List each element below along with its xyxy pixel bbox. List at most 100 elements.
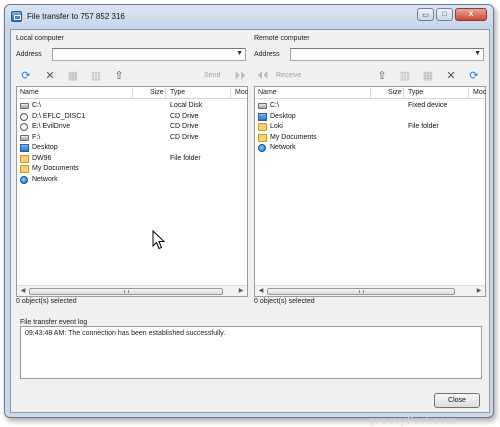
drive-icon <box>20 134 29 141</box>
scroll-right-icon[interactable]: ▶ <box>236 287 246 295</box>
desktop-icon <box>20 144 29 152</box>
local-address-label: Address <box>16 51 42 58</box>
column-size[interactable]: Size <box>147 89 164 98</box>
scroll-left-icon[interactable]: ◀ <box>18 287 28 295</box>
list-item[interactable]: Network <box>255 143 485 153</box>
file-transfer-window: File transfer to 757 852 316 ▭ □ X Local… <box>4 4 494 427</box>
receive-arrow-icon[interactable]: ⏴⏴ <box>256 69 270 83</box>
local-scroll-thumb[interactable] <box>29 288 223 295</box>
remote-address-field[interactable]: ▼ <box>290 48 484 61</box>
parent-folder-icon[interactable]: ⇧ <box>375 69 389 83</box>
column-modified[interactable]: Moc <box>232 89 248 98</box>
event-log[interactable]: 09:43:48 AM: The connection has been est… <box>20 326 482 379</box>
close-button[interactable]: Close <box>434 393 480 408</box>
remote-pane-title: Remote computer <box>254 35 310 42</box>
item-type: Local Disk <box>170 102 203 109</box>
receive-button[interactable]: Receive <box>276 72 301 79</box>
item-type: CD Drive <box>170 112 199 120</box>
item-type: CD Drive <box>170 133 199 141</box>
send-arrow-icon[interactable]: ⏵⏵ <box>233 69 247 83</box>
window-client-area: Local computer Address ▼ ⟳ ✕ ▦ ▥ ⇧ Send … <box>10 29 490 427</box>
column-modified[interactable]: Moc <box>470 89 486 98</box>
rename-icon[interactable]: ▥ <box>398 69 412 83</box>
event-log-title: File transfer event log <box>20 319 88 326</box>
local-horizontal-scrollbar[interactable]: ◀ ▶ <box>17 285 247 296</box>
column-name[interactable]: Name <box>17 89 39 98</box>
item-name: Loki <box>270 123 283 130</box>
column-type[interactable]: Type <box>167 89 185 98</box>
list-item[interactable]: Loki File folder <box>255 122 485 132</box>
item-name: D:\ EFLC_DISC1 <box>32 112 86 120</box>
list-item[interactable]: DW96 File folder <box>17 154 247 164</box>
desktop-icon <box>258 112 267 121</box>
list-item[interactable]: Desktop <box>255 112 485 122</box>
item-name: Network <box>32 175 58 183</box>
rename-icon[interactable]: ▥ <box>89 69 103 83</box>
mouse-pointer-icon <box>152 230 166 250</box>
cd-drive-icon <box>20 112 28 121</box>
column-name[interactable]: Name <box>255 89 277 98</box>
column-type[interactable]: Type <box>405 89 423 98</box>
list-item[interactable]: C:\ Local Disk <box>17 101 247 111</box>
folder-icon <box>258 123 267 131</box>
list-item[interactable]: Desktop <box>17 143 247 153</box>
scroll-left-icon[interactable]: ◀ <box>256 287 266 295</box>
local-selection-status: 0 object(s) selected <box>16 298 77 305</box>
remote-horizontal-scrollbar[interactable]: ◀ ▶ <box>255 285 485 296</box>
item-name: Desktop <box>32 144 58 151</box>
local-address-field[interactable]: ▼ <box>52 48 246 61</box>
scroll-right-icon[interactable]: ▶ <box>474 287 484 295</box>
documents-icon <box>258 133 267 142</box>
remote-list-header: Name Size Type Moc <box>255 87 486 99</box>
remote-address-label: Address <box>254 51 280 58</box>
chevron-down-icon[interactable]: ▼ <box>236 50 243 57</box>
chevron-down-icon[interactable]: ▼ <box>474 50 481 57</box>
remote-file-list[interactable]: Name Size Type Moc C:\ Fixed device Deskto… <box>254 86 486 297</box>
drive-icon <box>20 103 29 109</box>
list-item[interactable]: My Documents <box>255 133 485 143</box>
item-name: E:\ EvilDrive <box>32 123 71 130</box>
local-list-header: Name Size Type Moc <box>17 87 248 99</box>
item-name: DW96 <box>32 154 52 162</box>
minimize-button[interactable]: ▭ <box>417 8 434 21</box>
local-pane-title: Local computer <box>16 35 64 42</box>
new-folder-icon[interactable]: ▦ <box>421 69 435 83</box>
list-item[interactable]: My Documents <box>17 164 247 174</box>
refresh-icon[interactable]: ⟳ <box>467 69 481 83</box>
folder-icon <box>20 154 29 163</box>
close-window-button[interactable]: X <box>455 8 487 21</box>
window-controls: ▭ □ X <box>417 8 487 21</box>
watermark: groovyPost.com <box>369 416 457 427</box>
item-name: F:\ <box>32 133 41 141</box>
list-item[interactable]: Network <box>17 175 247 185</box>
title-bar[interactable]: File transfer to 757 852 316 ▭ □ X <box>5 5 493 29</box>
refresh-icon[interactable]: ⟳ <box>19 69 33 83</box>
item-type: File folder <box>408 123 439 130</box>
remote-selection-status: 0 object(s) selected <box>254 298 315 305</box>
list-item[interactable]: C:\ Fixed device <box>255 101 485 111</box>
teamviewer-app-icon <box>11 11 22 22</box>
list-item[interactable]: E:\ EvilDrive CD Drive <box>17 122 247 132</box>
network-icon <box>20 175 28 184</box>
column-size[interactable]: Size <box>385 89 402 98</box>
parent-folder-icon[interactable]: ⇧ <box>112 69 126 83</box>
log-entry: 09:43:48 AM: The connection has been est… <box>25 330 226 337</box>
item-type: File folder <box>170 154 201 162</box>
list-item[interactable]: F:\ CD Drive <box>17 133 247 143</box>
documents-icon <box>20 165 29 173</box>
item-type: Fixed device <box>408 102 448 109</box>
remote-scroll-thumb[interactable] <box>267 288 455 295</box>
list-item[interactable]: D:\ EFLC_DISC1 CD Drive <box>17 112 247 122</box>
new-folder-icon[interactable]: ▦ <box>66 69 80 83</box>
maximize-button[interactable]: □ <box>436 8 453 21</box>
delete-icon[interactable]: ✕ <box>43 69 57 83</box>
item-name: Network <box>270 144 296 151</box>
local-file-list[interactable]: Name Size Type Moc C:\ Local Disk D:\ EFLC… <box>16 86 248 297</box>
send-button[interactable]: Send <box>204 72 220 79</box>
item-name: My Documents <box>32 165 79 172</box>
item-name: C:\ <box>270 102 279 109</box>
drive-icon <box>258 103 267 109</box>
delete-icon[interactable]: ✕ <box>444 69 458 83</box>
network-icon <box>258 144 266 152</box>
item-type: CD Drive <box>170 123 199 130</box>
